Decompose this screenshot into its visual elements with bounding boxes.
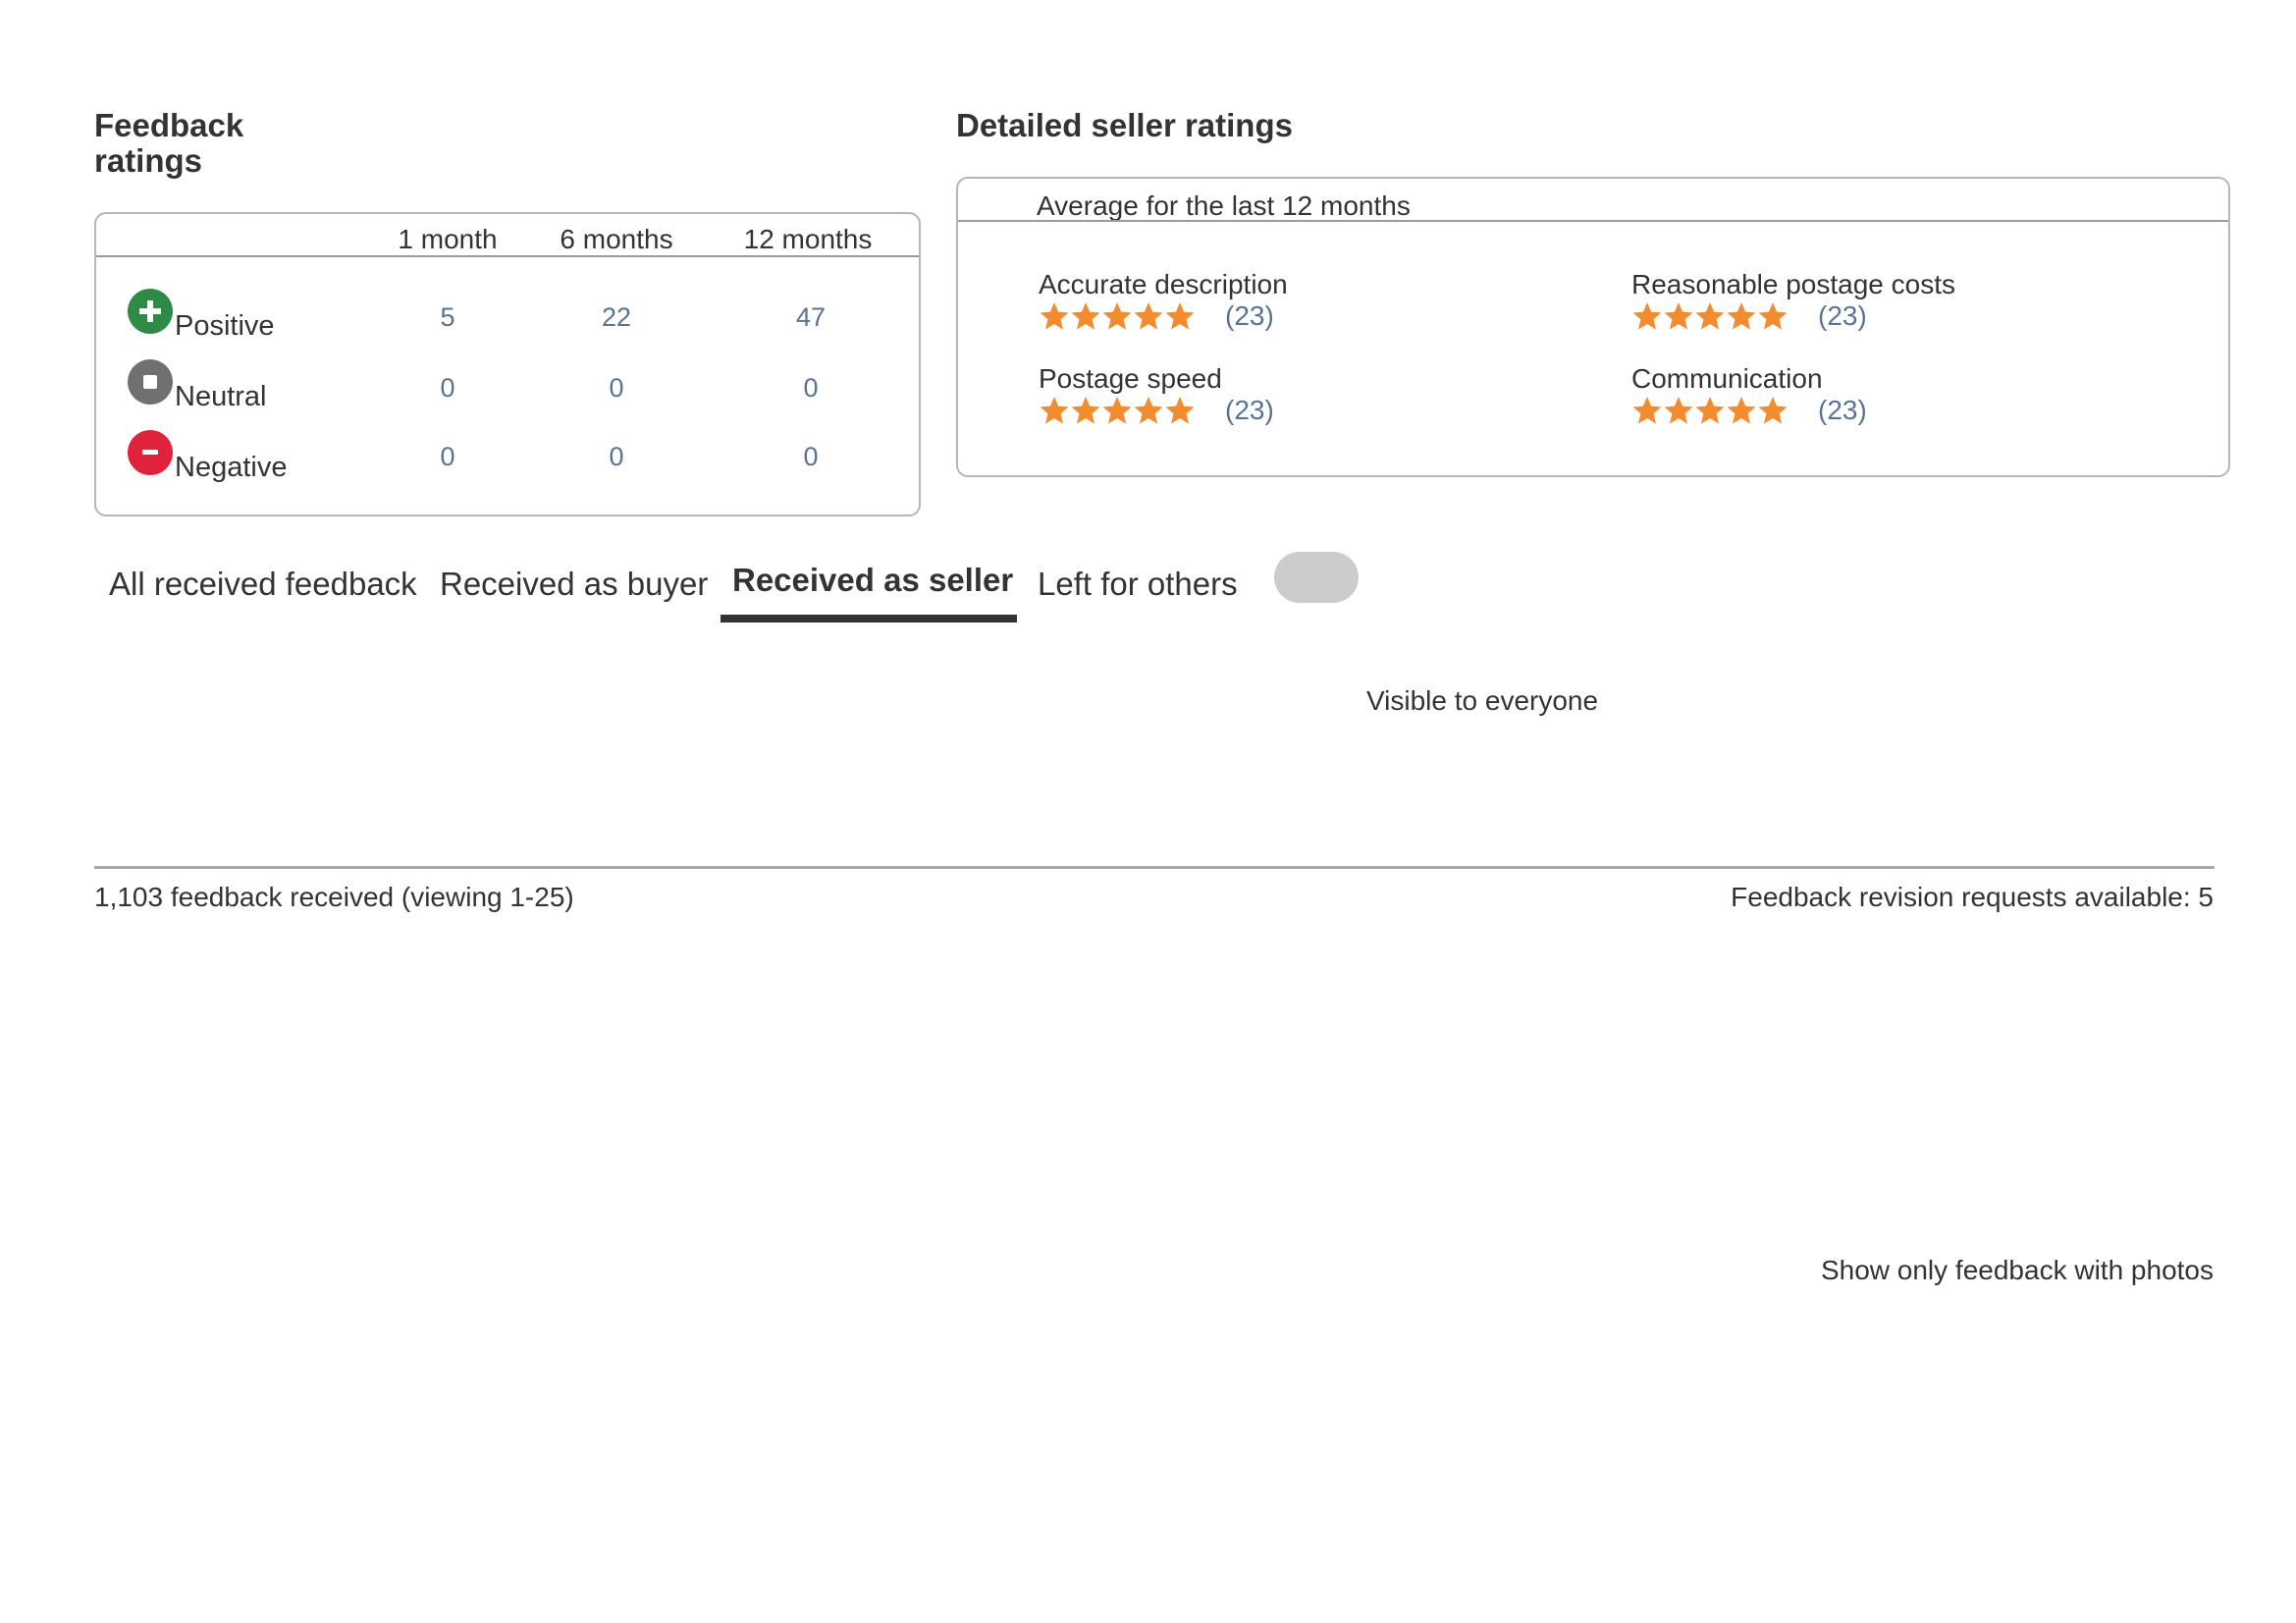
show-photos-only-filter[interactable]: Show only feedback with photos [1821,1255,2214,1286]
subtitle-divider [958,220,2228,222]
tab-received-as-seller[interactable]: Received as seller [732,562,1013,599]
rating-count[interactable]: (23) [1818,395,1867,426]
column-header-12-months: 12 months [743,224,873,254]
neutral-1-month[interactable]: 0 [389,373,507,404]
tab-all-received-feedback[interactable]: All received feedback [109,566,417,603]
star-rating [1631,395,1789,426]
rating-reasonable-postage-costs: Reasonable postage costs (23) [1631,269,1955,332]
column-header-6-months: 6 months [560,224,673,254]
feedback-ratings-title: Feedback ratings [94,108,243,179]
rating-label: Accurate description [1039,269,1288,299]
star-icon [1039,395,1070,426]
visibility-text: Visible to everyone [1366,685,1599,716]
star-icon [1039,300,1070,332]
revision-requests: Feedback revision requests available: 5 [1731,882,2214,912]
star-icon [1694,300,1726,332]
row-label-neutral: Neutral [175,381,267,412]
row-label-positive: Positive [175,310,275,342]
rating-postage-speed: Postage speed (23) [1039,363,1274,426]
tab-received-as-buyer[interactable]: Received as buyer [440,566,708,603]
star-icon [1101,395,1133,426]
star-icon [1757,300,1789,332]
feedback-count: 1,103 feedback received (viewing 1-25) [94,882,574,912]
square-circle-icon [128,359,173,405]
rating-count[interactable]: (23) [1225,395,1274,426]
row-label-negative: Negative [175,452,288,483]
star-rating [1039,395,1196,426]
rating-count[interactable]: (23) [1818,300,1867,332]
header-divider [96,255,919,257]
star-icon [1631,395,1663,426]
feedback-ratings-title-line2: ratings [94,142,203,179]
rating-accurate-description: Accurate description (23) [1039,269,1288,332]
star-icon [1133,300,1164,332]
star-icon [1694,395,1726,426]
detailed-ratings-subtitle: Average for the last 12 months [1037,190,1411,221]
minus-circle-icon [128,430,173,475]
negative-12-months[interactable]: 0 [752,442,870,472]
negative-1-month[interactable]: 0 [389,442,507,472]
rating-label: Postage speed [1039,363,1222,394]
star-rating [1039,300,1196,332]
star-rating [1631,300,1789,332]
star-icon [1133,395,1164,426]
visibility-toggle[interactable] [1274,552,1359,603]
star-icon [1631,300,1663,332]
star-icon [1726,395,1757,426]
plus-circle-icon [128,289,173,334]
star-icon [1101,300,1133,332]
rating-label: Reasonable postage costs [1631,269,1955,299]
star-icon [1070,300,1101,332]
tab-left-for-others[interactable]: Left for others [1038,566,1238,603]
star-icon [1663,300,1694,332]
feedback-ratings-title-line1: Feedback [94,107,244,143]
negative-6-months[interactable]: 0 [558,442,675,472]
detailed-ratings-panel: Average for the last 12 months Accurate … [956,177,2230,477]
positive-6-months[interactable]: 22 [558,302,675,333]
star-icon [1164,395,1196,426]
star-icon [1663,395,1694,426]
neutral-6-months[interactable]: 0 [558,373,675,404]
star-icon [1070,395,1101,426]
star-icon [1164,300,1196,332]
rating-label: Communication [1631,363,1823,394]
column-header-1-month: 1 month [398,224,498,254]
rating-count[interactable]: (23) [1225,300,1274,332]
star-icon [1757,395,1789,426]
positive-1-month[interactable]: 5 [389,302,507,333]
star-icon [1726,300,1757,332]
rating-communication: Communication (23) [1631,363,1867,426]
detailed-ratings-title: Detailed seller ratings [956,107,1293,143]
active-tab-indicator [721,615,1017,622]
neutral-12-months[interactable]: 0 [752,373,870,404]
feedback-ratings-panel: 1 month 6 months 12 months Positive 5 22… [94,212,921,516]
summary-divider [94,866,2215,869]
positive-12-months[interactable]: 47 [752,302,870,333]
